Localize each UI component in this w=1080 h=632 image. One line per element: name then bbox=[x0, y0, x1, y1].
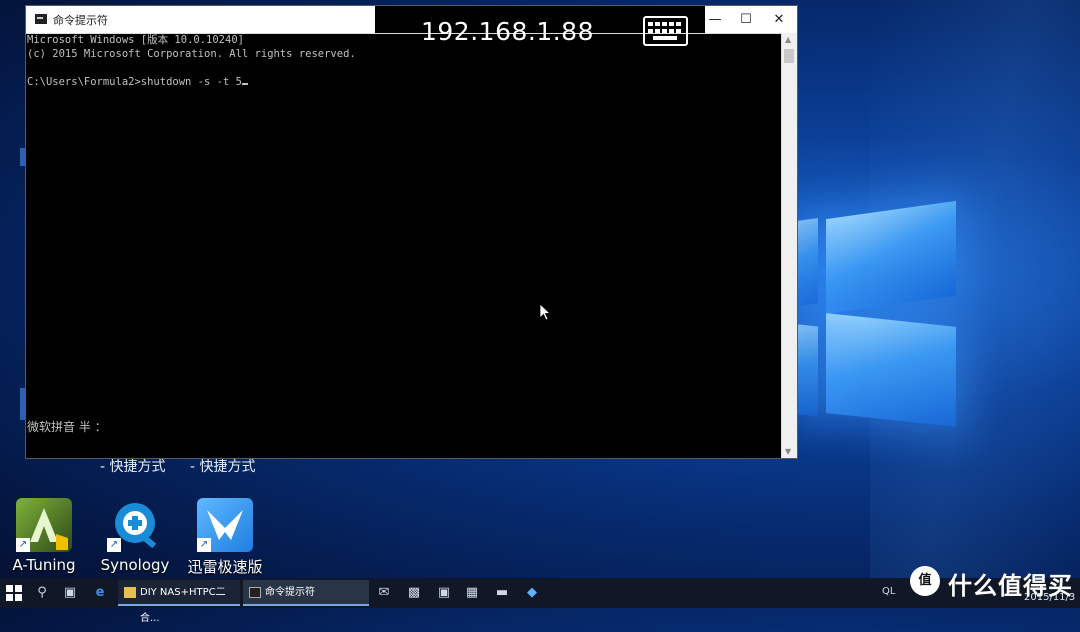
scroll-down-icon[interactable]: ▼ bbox=[785, 447, 791, 456]
close-button[interactable]: ✕ bbox=[762, 6, 796, 33]
console-command: C:\Users\Formula2>shutdown -s -t 5 bbox=[27, 76, 242, 88]
watermark: 值 什么值得买 bbox=[910, 566, 1080, 600]
scroll-thumb[interactable] bbox=[784, 49, 794, 63]
shortcut-arrow-icon: ↗ bbox=[197, 538, 211, 552]
a-tuning-icon: ↗ bbox=[16, 498, 72, 552]
shortcut-label: - 快捷方式 bbox=[190, 459, 256, 475]
console-line: (c) 2015 Microsoft Corporation. All righ… bbox=[27, 48, 356, 60]
icon-label: 迅雷极速版 bbox=[187, 558, 263, 576]
network-icon[interactable]: ▣ bbox=[436, 585, 452, 601]
text-caret bbox=[241, 83, 248, 85]
taskbar-item-label: 命令提示符 bbox=[265, 587, 315, 598]
control-panel-icon[interactable]: ▦ bbox=[464, 585, 480, 601]
task-view-icon[interactable]: ▣ bbox=[62, 585, 78, 601]
mouse-pointer-icon bbox=[540, 304, 552, 321]
ime-status: 微软拼音 半 ： bbox=[27, 420, 107, 434]
console-line: C:\Users\Formula2>shutdown -s -t 5 bbox=[27, 75, 783, 89]
taskbar-item-label: DIY NAS+HTPC二合... bbox=[140, 587, 226, 624]
edge-browser-icon[interactable]: e bbox=[92, 585, 108, 601]
console-line: Microsoft Windows [版本 10.0.10240] bbox=[27, 34, 244, 46]
folder-icon bbox=[124, 587, 136, 598]
console-output[interactable]: Microsoft Windows [版本 10.0.10240] (c) 201… bbox=[26, 33, 783, 458]
cmd-icon bbox=[249, 587, 261, 598]
shortcut-arrow-icon: ↗ bbox=[16, 538, 30, 552]
watermark-logo-icon: 值 bbox=[910, 566, 940, 596]
shortcut-label: - 快捷方式 bbox=[100, 459, 166, 475]
cmd-window[interactable]: 命令提示符 — ☐ ✕ 192.168.1.88 Microsoft Windo… bbox=[25, 5, 798, 459]
desktop-icon-a-tuning[interactable]: ↗ A-Tuning bbox=[4, 498, 84, 574]
app-icon[interactable]: ▬ bbox=[494, 585, 510, 601]
taskbar-item-explorer[interactable]: DIY NAS+HTPC二合... bbox=[118, 580, 240, 624]
synology-icon: ↗ bbox=[107, 498, 163, 552]
desktop-icon-synology[interactable]: ↗ Synology bbox=[95, 498, 175, 574]
cmd-icon bbox=[35, 14, 47, 24]
scroll-up-icon[interactable]: ▲ bbox=[785, 35, 791, 44]
shortcut-arrow-icon: ↗ bbox=[107, 538, 121, 552]
start-button-icon[interactable] bbox=[6, 585, 22, 601]
mail-icon[interactable]: ✉ bbox=[376, 585, 392, 601]
xunlei-icon: ↗ bbox=[197, 498, 253, 552]
window-title: 命令提示符 bbox=[53, 14, 108, 27]
search-icon[interactable]: ⚲ bbox=[34, 585, 50, 601]
icon-label: Synology bbox=[100, 556, 170, 574]
icon-label: A-Tuning bbox=[12, 556, 76, 574]
windows-logo-wallpaper bbox=[790, 180, 990, 470]
maximize-button[interactable]: ☐ bbox=[729, 6, 763, 33]
taskbar-item-cmd[interactable]: 命令提示符 bbox=[243, 580, 369, 606]
tray-text: QL bbox=[882, 586, 896, 597]
vertical-scrollbar[interactable]: ▲ ▼ bbox=[781, 33, 797, 458]
remote-desktop-icon[interactable]: ▩ bbox=[406, 585, 422, 601]
xunlei-taskbar-icon[interactable]: ◆ bbox=[524, 585, 540, 601]
desktop-icon-xunlei[interactable]: ↗ 迅雷极速版 bbox=[185, 498, 265, 577]
watermark-text: 什么值得买 bbox=[948, 572, 1073, 600]
